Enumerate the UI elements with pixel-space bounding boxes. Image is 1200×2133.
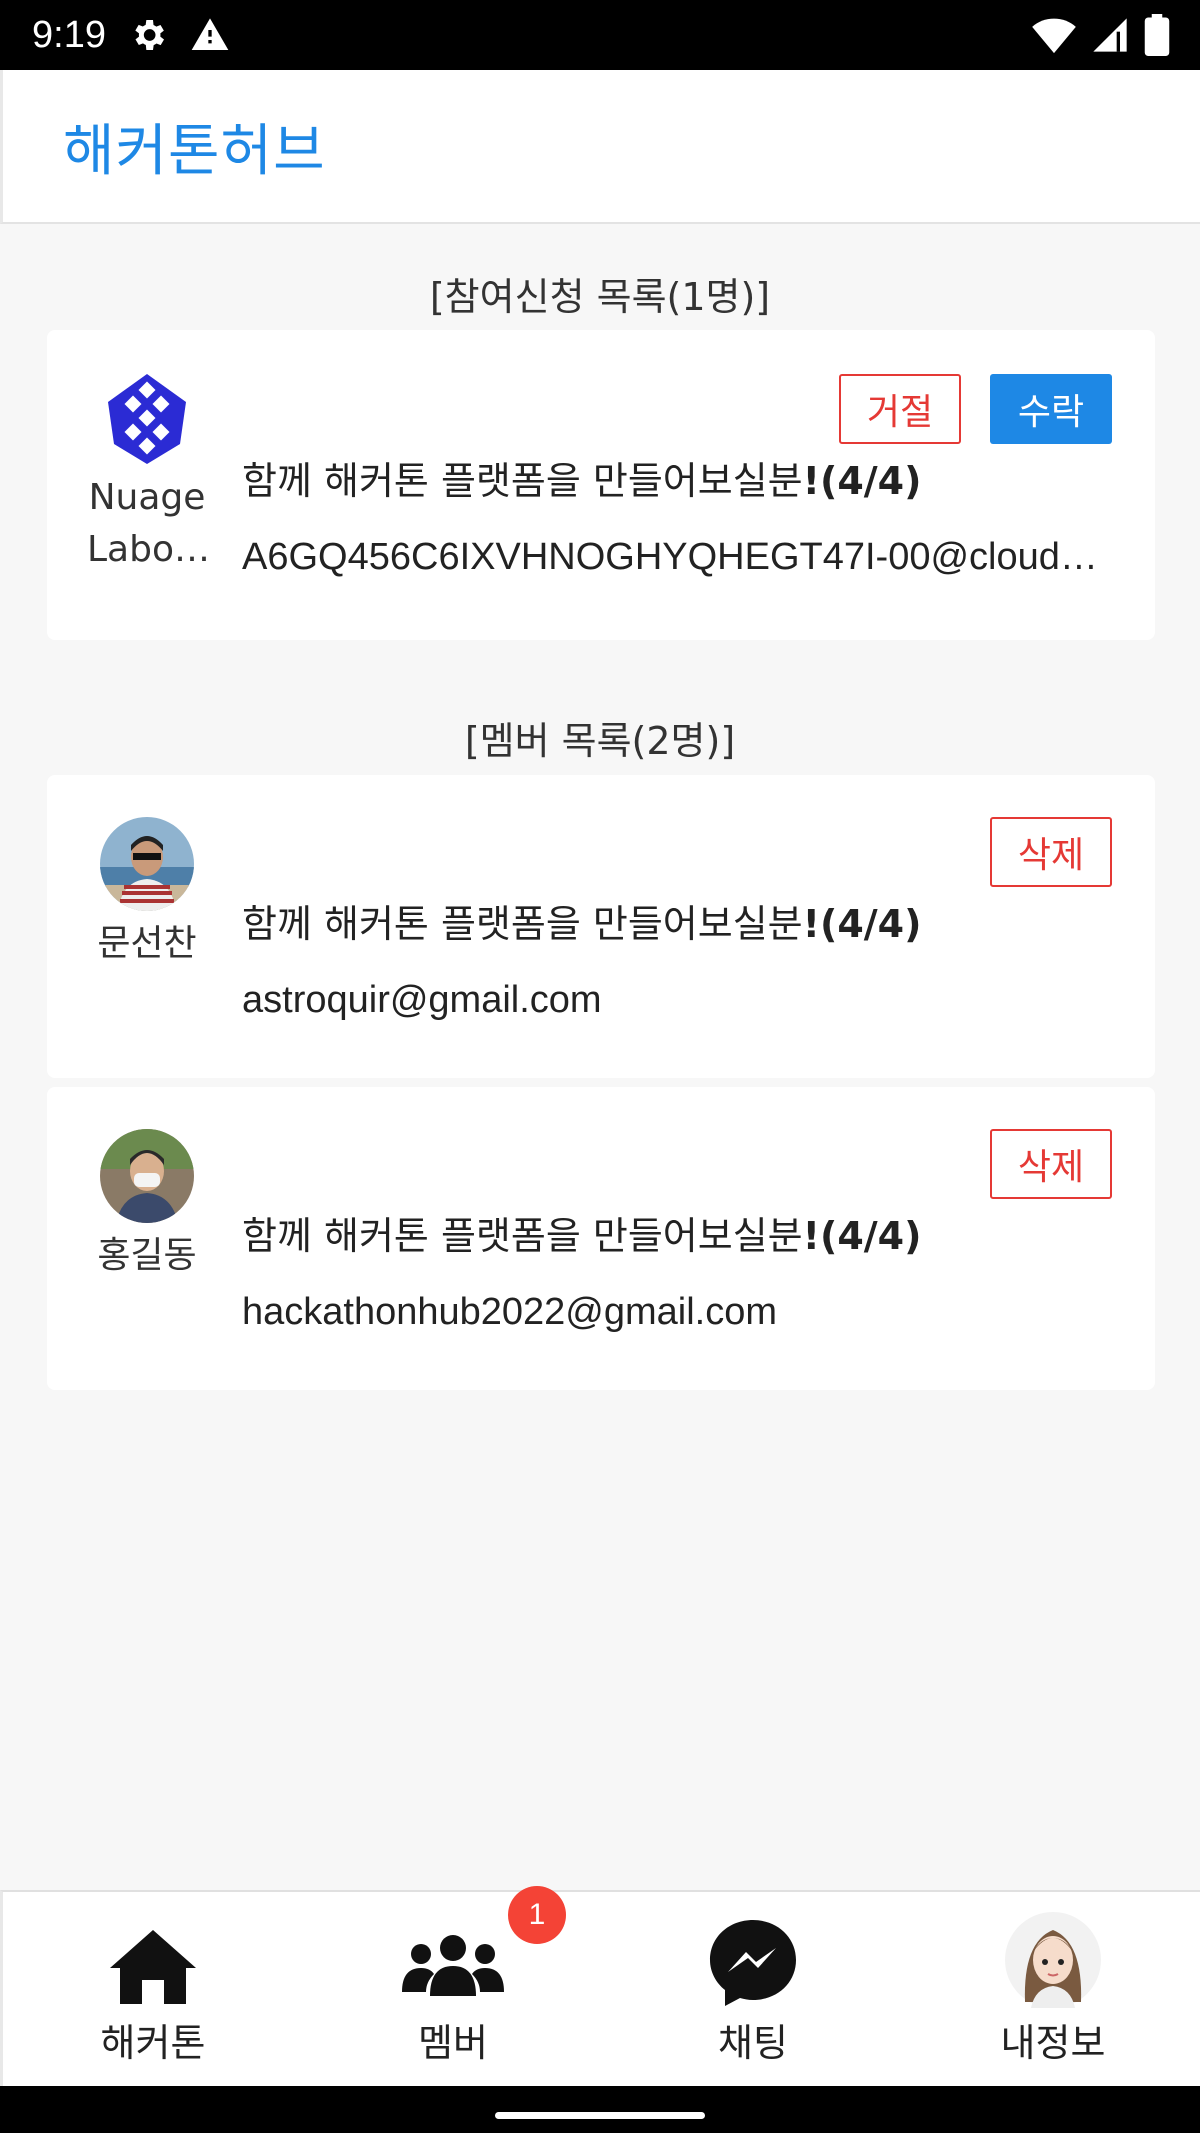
applicant-avatar: [100, 372, 194, 466]
warning-icon: [191, 18, 229, 50]
nav-tab-chat[interactable]: 채팅: [603, 1892, 903, 2088]
bottom-nav: 해커톤 1 멤버 채팅 내정보: [0, 1886, 1200, 2088]
team-count: !(4/4): [802, 459, 922, 503]
members-notification-badge: 1: [508, 1886, 566, 1944]
delete-member-button[interactable]: 삭제: [990, 817, 1112, 887]
member-avatar: [100, 817, 194, 911]
team-title-text: 함께 해커톤 플랫폼을 만들어보실분: [242, 1214, 803, 1258]
applicant-name-line2: Labo…: [87, 529, 210, 570]
reject-button[interactable]: 거절: [839, 374, 961, 444]
settings-icon: [135, 20, 164, 50]
profile-avatar: [1005, 1912, 1101, 2008]
app-header: 해커톤허브: [0, 70, 1200, 224]
team-count: !(4/4): [802, 902, 922, 946]
request-team-title: 함께 해커톤 플랫폼을 만들어보실분!(4/4): [242, 450, 921, 505]
nav-label: 멤버: [418, 2021, 488, 2065]
applicant-name-line1: Nuage: [88, 477, 206, 518]
system-navigation-bar: [0, 2086, 1200, 2133]
nav-label: 채팅: [718, 2021, 788, 2065]
wifi-icon: [1032, 18, 1076, 54]
signal-icon: [1093, 18, 1127, 52]
users-icon: [402, 1935, 504, 1996]
status-bar: 9:19: [0, 0, 1200, 70]
delete-member-button[interactable]: 삭제: [990, 1129, 1112, 1199]
member-team-title: 함께 해커톤 플랫폼을 만들어보실분!(4/4): [242, 893, 921, 948]
nav-label: 내정보: [1000, 2021, 1106, 2065]
team-title-text: 함께 해커톤 플랫폼을 만들어보실분: [242, 902, 803, 946]
member-card: 문선찬 삭제 함께 해커톤 플랫폼을 만들어보실분!(4/4) astroqui…: [47, 775, 1155, 1078]
nav-tab-members[interactable]: 1 멤버: [303, 1886, 603, 2088]
team-count: !(4/4): [802, 1214, 922, 1258]
member-profile: 홍길동: [87, 1129, 207, 1289]
status-time: 9:19: [32, 13, 106, 56]
battery-icon: [1144, 14, 1170, 56]
member-email: astroquir@gmail.com: [242, 979, 602, 1021]
member-avatar: [100, 1129, 194, 1223]
member-name: 홍길동: [97, 1235, 197, 1276]
member-name: 문선찬: [97, 923, 197, 964]
member-card: 홍길동 삭제 함께 해커톤 플랫폼을 만들어보실분!(4/4) hackatho…: [47, 1087, 1155, 1390]
applicant-email: A6GQ456C6IXVHNOGHYQHEGT47I-00@cloud…: [242, 536, 1098, 578]
home-gesture-handle[interactable]: [495, 2112, 705, 2119]
nav-label: 해커톤: [100, 2021, 206, 2065]
messenger-icon: [710, 1920, 796, 2006]
home-icon: [110, 1930, 196, 2004]
request-applicant: Nuage Labo…: [87, 372, 210, 570]
member-profile: 문선찬: [87, 817, 207, 977]
team-title-text: 함께 해커톤 플랫폼을 만들어보실분: [242, 459, 803, 503]
member-team-title: 함께 해커톤 플랫폼을 만들어보실분!(4/4): [242, 1205, 921, 1260]
requests-section-title: [참여신청 목록(1명)]: [429, 275, 771, 319]
accept-button[interactable]: 수락: [990, 374, 1112, 444]
member-email: hackathonhub2022@gmail.com: [242, 1291, 778, 1333]
request-card: Nuage Labo… 거절 수락 함께 해커톤 플랫폼을 만들어보실분!(4/…: [47, 330, 1155, 640]
app-title: 해커톤허브: [63, 118, 326, 184]
members-section-title: [멤버 목록(2명)]: [464, 719, 736, 763]
nav-tab-hackathon[interactable]: 해커톤: [3, 1892, 303, 2088]
nav-tab-profile[interactable]: 내정보: [903, 1892, 1200, 2088]
